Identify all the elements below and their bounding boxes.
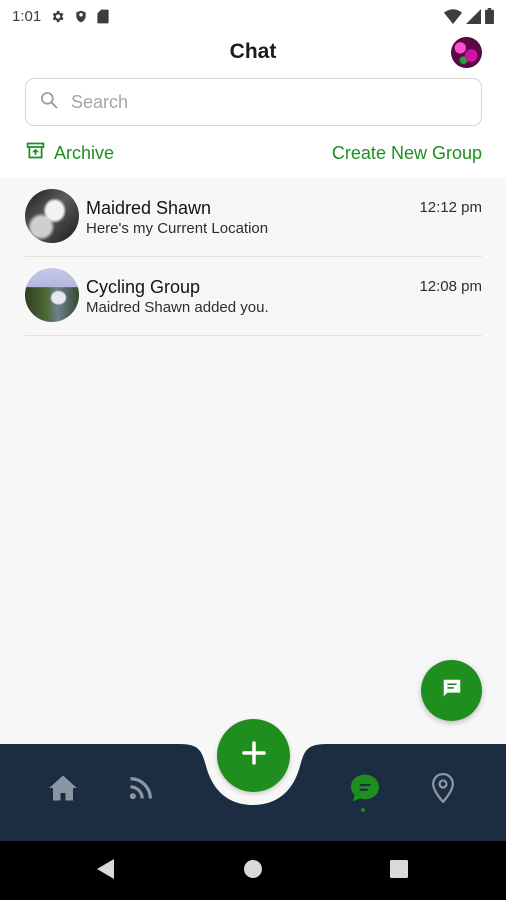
new-message-button[interactable] <box>421 660 482 721</box>
chat-icon <box>349 773 381 808</box>
page-title: Chat <box>229 40 277 63</box>
system-home-button[interactable] <box>235 853 271 889</box>
active-indicator <box>361 808 365 812</box>
search-input[interactable] <box>69 90 453 114</box>
search-icon <box>39 90 59 115</box>
message-icon <box>441 677 463 704</box>
divider <box>25 335 482 336</box>
home-icon <box>48 774 78 807</box>
chat-name: Maidred Shawn <box>86 198 212 218</box>
nav-chat[interactable] <box>345 770 385 810</box>
home-circle-icon <box>243 859 263 884</box>
location-pin-icon <box>431 772 455 808</box>
sd-card-icon <box>97 9 109 24</box>
system-navigation-bar <box>0 841 506 900</box>
system-recents-button[interactable] <box>381 853 417 889</box>
add-icon <box>240 739 268 772</box>
chat-avatar <box>25 268 79 322</box>
add-button[interactable] <box>217 719 290 792</box>
chat-row[interactable]: Cycling Group Maidred Shawn added you. 1… <box>0 257 506 336</box>
archive-link[interactable]: Archive <box>25 141 114 165</box>
profile-avatar[interactable] <box>451 37 482 68</box>
archive-icon <box>25 140 46 166</box>
wifi-icon <box>444 8 462 24</box>
feed-icon <box>127 774 155 807</box>
recents-square-icon <box>390 859 408 883</box>
battery-icon <box>485 8 494 24</box>
status-bar: 1:01 <box>0 0 506 32</box>
chat-preview: Here's my Current Location <box>86 220 269 237</box>
chat-avatar <box>25 189 79 243</box>
chat-list: Maidred Shawn Here's my Current Location… <box>0 178 506 336</box>
nav-feed[interactable] <box>121 770 161 810</box>
signal-icon <box>466 8 481 24</box>
nav-location[interactable] <box>423 770 463 810</box>
settings-icon <box>50 9 65 24</box>
chat-preview: Maidred Shawn added you. <box>86 299 269 316</box>
nav-home[interactable] <box>43 770 83 810</box>
chat-name: Cycling Group <box>86 277 201 297</box>
chat-time: 12:12 pm <box>419 199 482 216</box>
chat-time: 12:08 pm <box>419 278 482 295</box>
search-box[interactable] <box>25 78 482 126</box>
archive-label: Archive <box>54 142 115 163</box>
shield-icon <box>74 9 88 24</box>
system-back-button[interactable] <box>88 853 124 889</box>
back-triangle-icon <box>97 858 115 884</box>
status-time: 1:01 <box>12 7 42 25</box>
chat-row[interactable]: Maidred Shawn Here's my Current Location… <box>0 178 506 257</box>
create-new-group-link[interactable]: Create New Group <box>332 141 482 165</box>
